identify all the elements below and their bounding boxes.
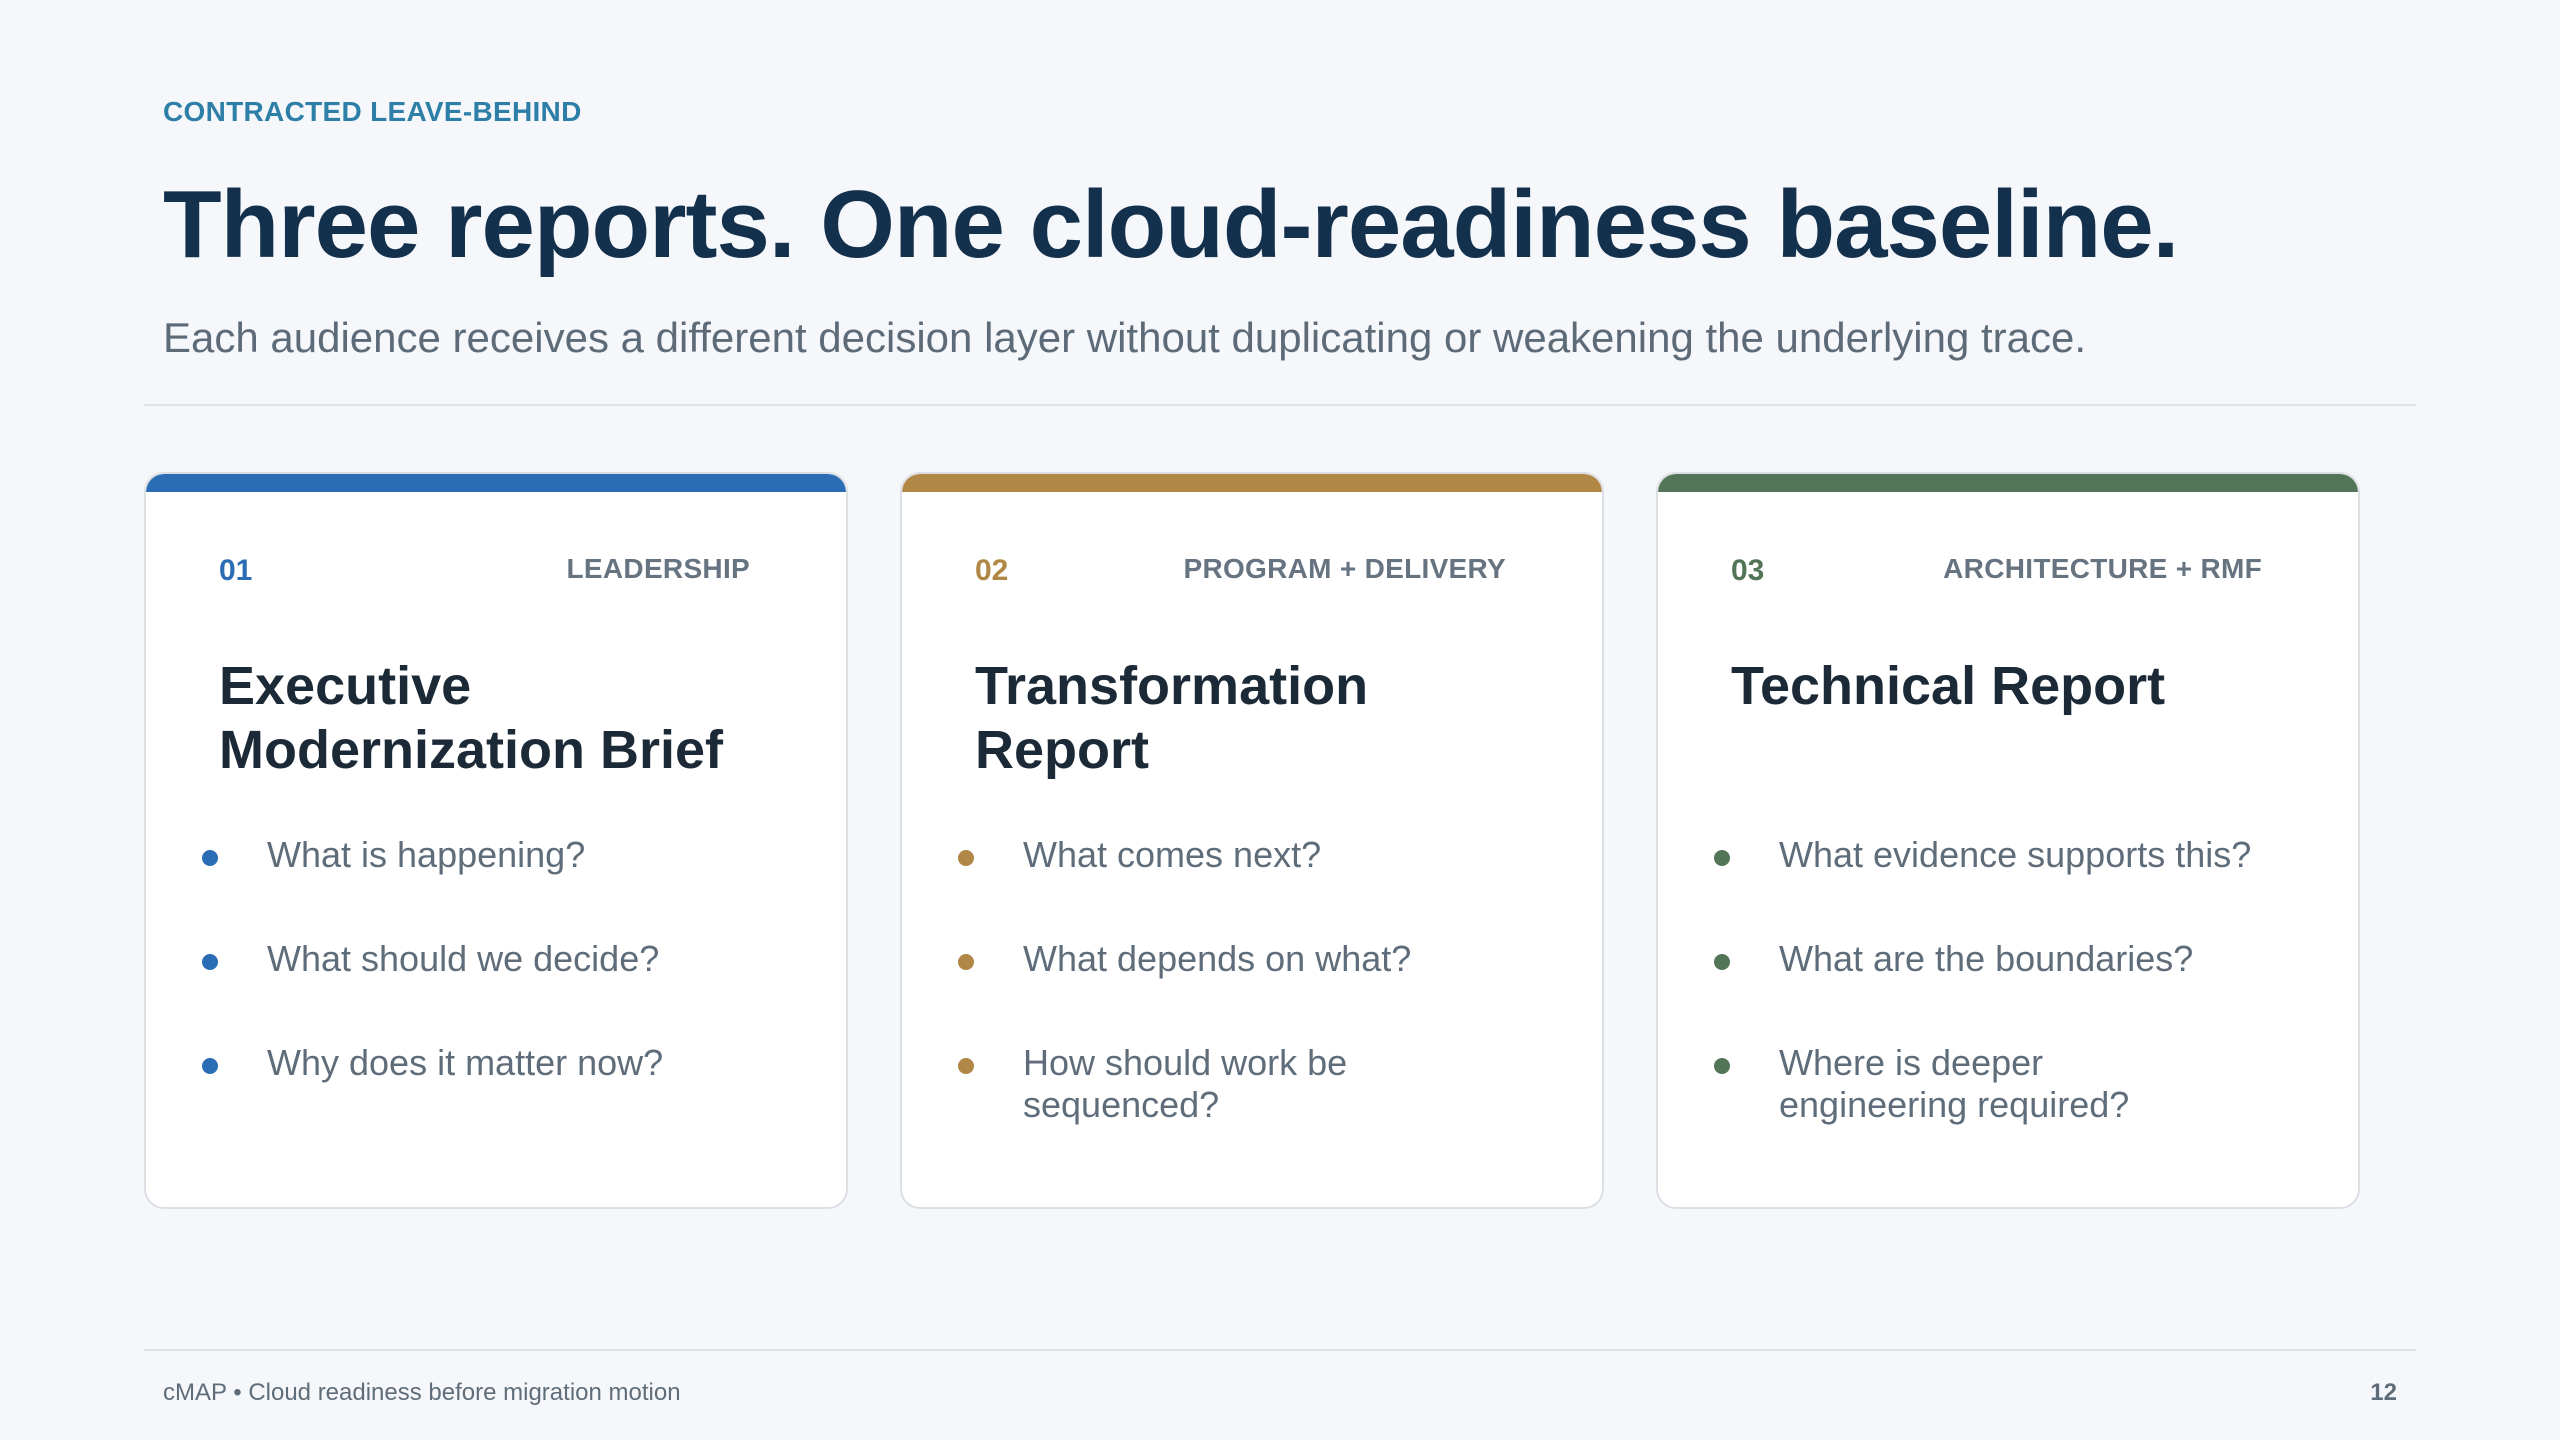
list-item: What depends on what?	[958, 938, 1558, 1042]
card-heading: Transformation Report	[975, 656, 1369, 780]
question-text: What comes next?	[1023, 834, 1322, 875]
bullet-dot-icon	[202, 954, 218, 970]
question-text: What depends on what?	[1023, 938, 1412, 979]
slide: CONTRACTED LEAVE-BEHIND Three reports. O…	[0, 0, 2560, 1440]
report-card-leadership: 01 LEADERSHIP Executive Modernization Br…	[144, 472, 848, 1209]
list-item: What should we decide?	[202, 938, 802, 1042]
report-card-architecture-rmf: 03 ARCHITECTURE + RMF Technical Report W…	[1656, 472, 2360, 1209]
footer-caption: cMAP • Cloud readiness before migration …	[163, 1379, 681, 1406]
question-text: What evidence supports this?	[1779, 834, 2252, 875]
page-number: 12	[2370, 1379, 2397, 1406]
list-item: Why does it matter now?	[202, 1042, 802, 1146]
card-number: 03	[1731, 554, 1765, 587]
question-text: How should work be sequenced?	[1023, 1042, 1348, 1125]
list-item: What is happening?	[202, 834, 802, 938]
card-audience: PROGRAM + DELIVERY	[1183, 553, 1506, 584]
question-text: Where is deeper engineering required?	[1779, 1042, 2130, 1125]
header-divider	[144, 404, 2416, 406]
bullet-dot-icon	[1714, 850, 1730, 866]
card-number: 01	[219, 554, 253, 587]
card-accent-bar	[902, 474, 1602, 492]
card-question-list: What comes next? What depends on what? H…	[958, 834, 1558, 1146]
question-text: What are the boundaries?	[1779, 938, 2194, 979]
page-subtitle: Each audience receives a different decis…	[163, 314, 2087, 361]
page-title: Three reports. One cloud-readiness basel…	[163, 171, 2179, 278]
bullet-dot-icon	[202, 850, 218, 866]
bullet-dot-icon	[1714, 1058, 1730, 1074]
bullet-dot-icon	[1714, 954, 1730, 970]
card-question-list: What is happening? What should we decide…	[202, 834, 802, 1146]
list-item: What are the boundaries?	[1714, 938, 2314, 1042]
question-text: Why does it matter now?	[267, 1042, 664, 1083]
card-audience: ARCHITECTURE + RMF	[1943, 553, 2262, 584]
list-item: How should work be sequenced?	[958, 1042, 1398, 1146]
question-text: What should we decide?	[267, 938, 660, 979]
report-card-program-delivery: 02 PROGRAM + DELIVERY Transformation Rep…	[900, 472, 1604, 1209]
list-item: What comes next?	[958, 834, 1558, 938]
card-accent-bar	[1658, 474, 2358, 492]
bullet-dot-icon	[202, 1058, 218, 1074]
card-heading: Executive Modernization Brief	[219, 656, 724, 780]
card-audience: LEADERSHIP	[566, 553, 750, 584]
bullet-dot-icon	[958, 954, 974, 970]
card-question-list: What evidence supports this? What are th…	[1714, 834, 2314, 1146]
bullet-dot-icon	[958, 850, 974, 866]
footer-divider	[144, 1349, 2416, 1351]
card-number: 02	[975, 554, 1009, 587]
question-text: What is happening?	[267, 834, 586, 875]
eyebrow-label: CONTRACTED LEAVE-BEHIND	[163, 96, 582, 127]
card-heading: Technical Report	[1731, 656, 2166, 716]
bullet-dot-icon	[958, 1058, 974, 1074]
card-accent-bar	[146, 474, 846, 492]
list-item: What evidence supports this?	[1714, 834, 2314, 938]
list-item: Where is deeper engineering required?	[1714, 1042, 2234, 1146]
